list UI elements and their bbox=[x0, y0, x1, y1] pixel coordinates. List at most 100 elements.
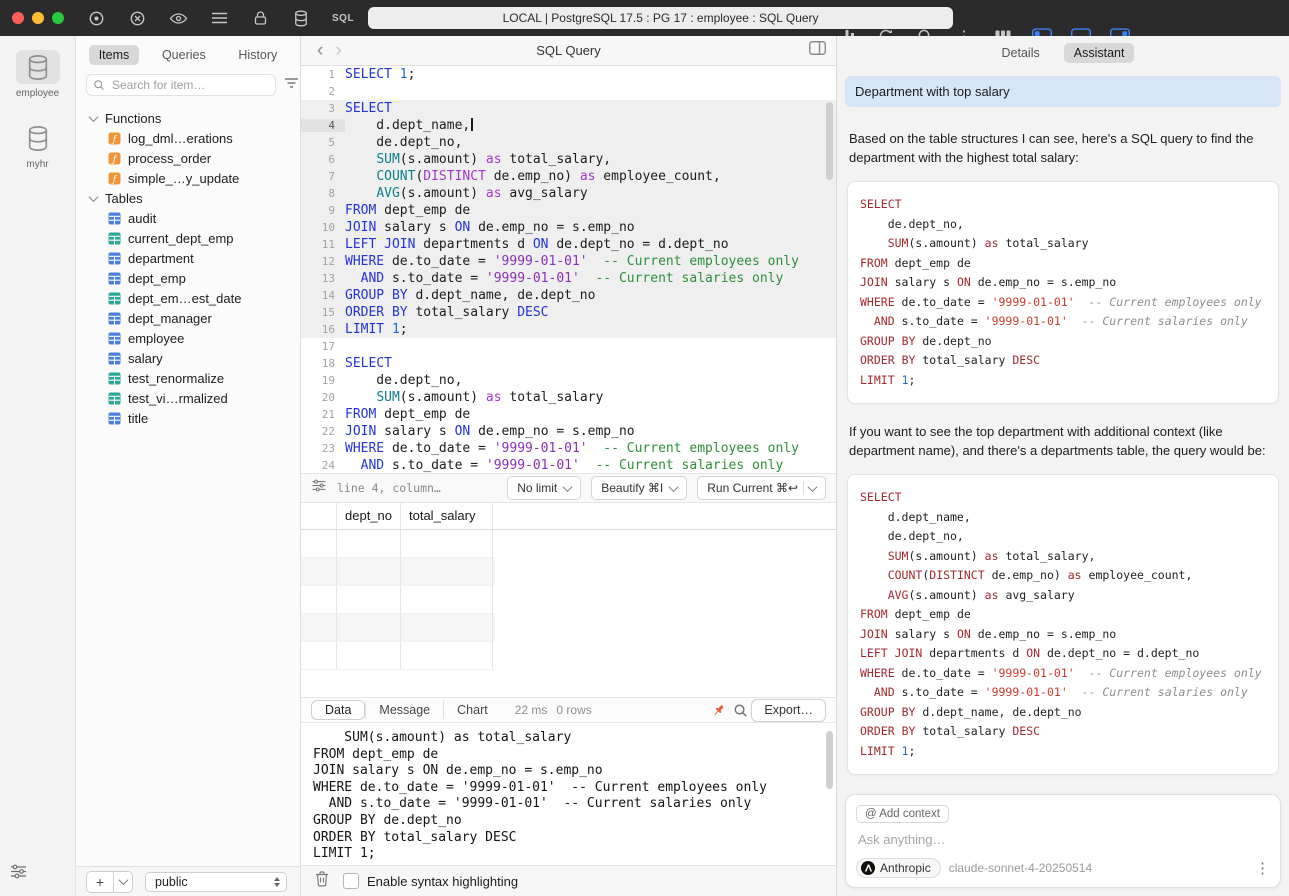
column-header-dept_no[interactable]: dept_no bbox=[337, 503, 401, 529]
connection-breadcrumb[interactable]: LOCAL | PostgreSQL 17.5 : PG 17 : employ… bbox=[368, 7, 953, 29]
editor-line-21[interactable]: 21FROM dept_emp de bbox=[301, 406, 836, 423]
editor-line-20[interactable]: 20 SUM(s.amount) as total_salary bbox=[301, 389, 836, 406]
editor-line-17[interactable]: 17 bbox=[301, 338, 836, 355]
sidebar-tab-history[interactable]: History bbox=[228, 45, 287, 65]
sql-editor-icon[interactable]: SQL bbox=[332, 8, 354, 28]
connection-employee[interactable]: employee bbox=[0, 50, 75, 99]
table-row[interactable] bbox=[301, 586, 495, 614]
eye-icon[interactable] bbox=[168, 8, 188, 28]
forward-button[interactable]: › bbox=[329, 41, 347, 60]
trash-icon[interactable] bbox=[315, 871, 329, 892]
table-row[interactable] bbox=[301, 558, 495, 586]
results-tab-chart[interactable]: Chart bbox=[443, 701, 501, 719]
editor-line-4[interactable]: 4 d.dept_name, bbox=[301, 117, 836, 134]
close-window-button[interactable] bbox=[12, 12, 24, 24]
tree-section-tables[interactable]: Tables bbox=[76, 188, 300, 208]
tune-filters-icon[interactable] bbox=[10, 864, 27, 884]
item-search-field[interactable] bbox=[86, 74, 276, 96]
schema-select[interactable]: public bbox=[145, 872, 287, 892]
tree-item-test-renormalize[interactable]: test_renormalize bbox=[76, 368, 300, 388]
tree-section-functions[interactable]: Functions bbox=[76, 108, 300, 128]
add-context-button[interactable]: @ Add context bbox=[856, 805, 949, 823]
editor-line-10[interactable]: 10JOIN salary s ON de.emp_no = s.emp_no bbox=[301, 219, 836, 236]
column-header-total_salary[interactable]: total_salary bbox=[401, 503, 493, 529]
table-row[interactable] bbox=[301, 614, 495, 642]
editor-scrollbar[interactable] bbox=[826, 102, 833, 180]
composer-options-icon[interactable]: ⋮ bbox=[1255, 861, 1270, 876]
search-input[interactable] bbox=[110, 77, 269, 93]
export-button[interactable]: Export… bbox=[751, 699, 826, 722]
table-row[interactable] bbox=[301, 642, 495, 670]
queue-list-icon[interactable] bbox=[209, 8, 229, 28]
editor-line-6[interactable]: 6 SUM(s.amount) as total_salary, bbox=[301, 151, 836, 168]
message-log[interactable]: SUM(s.amount) as total_salaryFROM dept_e… bbox=[301, 723, 836, 865]
split-editor-icon[interactable] bbox=[809, 41, 826, 60]
editor-line-12[interactable]: 12WHERE de.to_date = '9999-01-01' -- Cur… bbox=[301, 253, 836, 270]
tree-item-employee[interactable]: employee bbox=[76, 328, 300, 348]
tree-item-salary[interactable]: salary bbox=[76, 348, 300, 368]
editor-line-3[interactable]: 3SELECT bbox=[301, 100, 836, 117]
search-results-icon[interactable] bbox=[729, 699, 751, 721]
editor-line-1[interactable]: 1SELECT 1; bbox=[301, 66, 836, 83]
editor-line-11[interactable]: 11LEFT JOIN departments d ON de.dept_no … bbox=[301, 236, 836, 253]
results-tab-data[interactable]: Data bbox=[311, 700, 365, 720]
tree-item-dept-emp[interactable]: dept_emp bbox=[76, 268, 300, 288]
editor-line-22[interactable]: 22JOIN salary s ON de.emp_no = s.emp_no bbox=[301, 423, 836, 440]
panel-tab-details[interactable]: Details bbox=[992, 43, 1050, 63]
editor-line-7[interactable]: 7 COUNT(DISTINCT de.emp_no) as employee_… bbox=[301, 168, 836, 185]
tree-item-department[interactable]: department bbox=[76, 248, 300, 268]
connection-myhr[interactable]: myhr bbox=[0, 121, 75, 170]
tree-item-process-order[interactable]: ƒprocess_order bbox=[76, 148, 300, 168]
editor-line-19[interactable]: 19 de.dept_no, bbox=[301, 372, 836, 389]
add-item-button[interactable]: + bbox=[86, 871, 114, 893]
sql-code-block[interactable]: SELECT d.dept_name, de.dept_no, SUM(s.am… bbox=[847, 474, 1279, 775]
tree-item-audit[interactable]: audit bbox=[76, 208, 300, 228]
editor-line-23[interactable]: 23WHERE de.to_date = '9999-01-01' -- Cur… bbox=[301, 440, 836, 457]
assistant-conversation[interactable]: Department with top salary Based on the … bbox=[837, 68, 1289, 790]
run-current-button[interactable]: Run Current ⌘↩ bbox=[697, 476, 826, 500]
beautify-dropdown[interactable]: Beautify ⌘I bbox=[591, 476, 687, 500]
editor-line-18[interactable]: 18SELECT bbox=[301, 355, 836, 372]
tree-item-dept-em-est-date[interactable]: dept_em…est_date bbox=[76, 288, 300, 308]
log-scrollbar[interactable] bbox=[826, 731, 833, 789]
editor-line-9[interactable]: 9FROM dept_emp de bbox=[301, 202, 836, 219]
minimize-window-button[interactable] bbox=[32, 12, 44, 24]
sql-code-block[interactable]: SELECT de.dept_no, SUM(s.amount) as tota… bbox=[847, 181, 1279, 404]
editor-line-5[interactable]: 5 de.dept_no, bbox=[301, 134, 836, 151]
editor-line-2[interactable]: 2 bbox=[301, 83, 836, 100]
tree-item-dept-manager[interactable]: dept_manager bbox=[76, 308, 300, 328]
database-icon[interactable] bbox=[291, 8, 311, 28]
editor-line-14[interactable]: 14GROUP BY d.dept_name, de.dept_no bbox=[301, 287, 836, 304]
provider-selector[interactable]: Anthropic bbox=[856, 858, 941, 878]
ask-input[interactable] bbox=[856, 831, 1274, 848]
editor-line-24[interactable]: 24 AND s.to_date = '9999-01-01' -- Curre… bbox=[301, 457, 836, 473]
filter-icon[interactable] bbox=[284, 76, 299, 94]
line-number: 11 bbox=[301, 238, 345, 251]
lock-icon[interactable] bbox=[250, 8, 270, 28]
pin-icon[interactable] bbox=[707, 699, 729, 721]
sql-editor[interactable]: 1SELECT 1;23SELECT4 d.dept_name,5 de.dep… bbox=[301, 66, 836, 473]
editor-line-13[interactable]: 13 AND s.to_date = '9999-01-01' -- Curre… bbox=[301, 270, 836, 287]
tree-item-title[interactable]: title bbox=[76, 408, 300, 428]
results-tab-message[interactable]: Message bbox=[365, 701, 443, 719]
add-item-dropdown[interactable] bbox=[114, 871, 133, 893]
tree-item-test-vi-rmalized[interactable]: test_vi…rmalized bbox=[76, 388, 300, 408]
assistant-composer[interactable]: @ Add context Anthropic claude-sonnet-4-… bbox=[845, 794, 1281, 888]
sidebar-tab-items[interactable]: Items bbox=[89, 45, 140, 65]
panel-tab-assistant[interactable]: Assistant bbox=[1064, 43, 1135, 63]
tune-icon[interactable] bbox=[311, 479, 327, 497]
zoom-window-button[interactable] bbox=[52, 12, 64, 24]
table-row[interactable] bbox=[301, 530, 495, 558]
tree-item-simple-y-update[interactable]: ƒsimple_…y_update bbox=[76, 168, 300, 188]
limit-dropdown[interactable]: No limit bbox=[507, 476, 581, 500]
connect-icon[interactable] bbox=[86, 8, 106, 28]
back-button[interactable]: ‹ bbox=[311, 41, 329, 60]
tree-item-current-dept-emp[interactable]: current_dept_emp bbox=[76, 228, 300, 248]
tree-item-log-dml-erations[interactable]: ƒlog_dml…erations bbox=[76, 128, 300, 148]
editor-line-16[interactable]: 16LIMIT 1; bbox=[301, 321, 836, 338]
sidebar-tab-queries[interactable]: Queries bbox=[152, 45, 216, 65]
disconnect-icon[interactable] bbox=[127, 8, 147, 28]
editor-line-8[interactable]: 8 AVG(s.amount) as avg_salary bbox=[301, 185, 836, 202]
editor-line-15[interactable]: 15ORDER BY total_salary DESC bbox=[301, 304, 836, 321]
syntax-highlighting-checkbox[interactable] bbox=[343, 873, 359, 889]
